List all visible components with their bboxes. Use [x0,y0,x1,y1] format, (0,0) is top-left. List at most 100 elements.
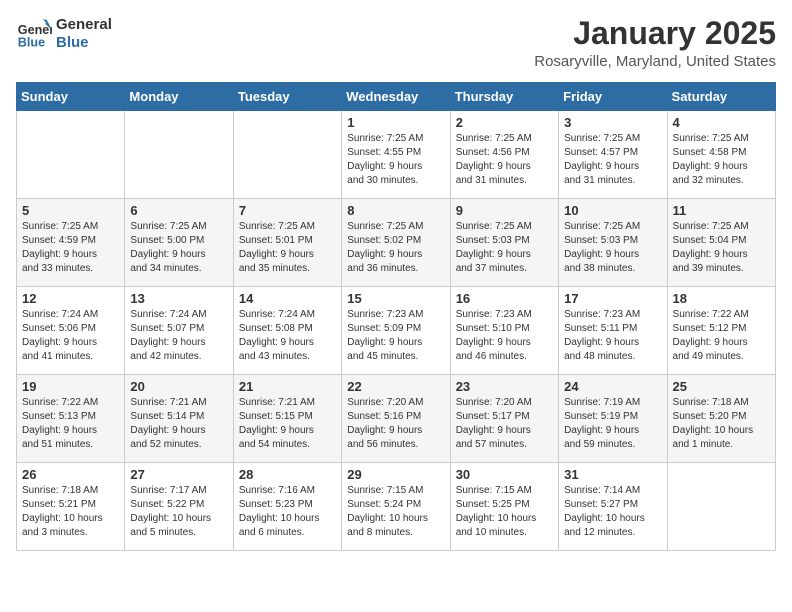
day-number: 2 [456,115,553,130]
logo-blue-text: Blue [56,34,89,51]
day-info: Sunrise: 7:24 AM Sunset: 5:08 PM Dayligh… [239,308,336,364]
day-number: 9 [456,203,553,218]
svg-text:Blue: Blue [18,36,45,50]
day-number: 14 [239,291,336,306]
day-info: Sunrise: 7:18 AM Sunset: 5:21 PM Dayligh… [22,484,119,540]
week-row-4: 19Sunrise: 7:22 AM Sunset: 5:13 PM Dayli… [17,375,776,463]
day-info: Sunrise: 7:23 AM Sunset: 5:10 PM Dayligh… [456,308,553,364]
week-row-1: 1Sunrise: 7:25 AM Sunset: 4:55 PM Daylig… [17,111,776,199]
calendar-cell: 7 Sunrise: 7:25 AM Sunset: 5:01 PM Daylig… [233,199,341,287]
calendar-cell: 3Sunrise: 7:25 AM Sunset: 4:57 PM Daylig… [559,111,667,199]
day-number: 31 [564,467,661,482]
day-info: Sunrise: 7:23 AM Sunset: 5:09 PM Dayligh… [347,308,444,364]
day-number: 20 [130,379,227,394]
logo-general-text: General [56,16,112,33]
col-header-monday: Monday [125,83,233,111]
calendar-cell: 28Sunrise: 7:16 AM Sunset: 5:23 PM Dayli… [233,463,341,551]
day-info: Sunrise: 7:14 AM Sunset: 5:27 PM Dayligh… [564,484,661,540]
calendar-cell: 27Sunrise: 7:17 AM Sunset: 5:22 PM Dayli… [125,463,233,551]
calendar-cell [17,111,125,199]
day-number: 29 [347,467,444,482]
day-info: Sunrise: 7:19 AM Sunset: 5:19 PM Dayligh… [564,396,661,452]
day-number: 15 [347,291,444,306]
day-number: 13 [130,291,227,306]
day-info: Sunrise: 7:25 AM Sunset: 5:03 PM Dayligh… [564,220,661,276]
calendar-cell: 14 Sunrise: 7:24 AM Sunset: 5:08 PM Dayli… [233,287,341,375]
calendar-cell: 22 Sunrise: 7:20 AM Sunset: 5:16 PM Dayli… [342,375,450,463]
calendar-cell: 31 Sunrise: 7:14 AM Sunset: 5:27 PM Dayli… [559,463,667,551]
calendar-cell: 24 Sunrise: 7:19 AM Sunset: 5:19 PM Dayli… [559,375,667,463]
day-info: Sunrise: 7:25 AM Sunset: 5:01 PM Dayligh… [239,220,336,276]
calendar-cell: 15 Sunrise: 7:23 AM Sunset: 5:09 PM Dayli… [342,287,450,375]
day-number: 7 [239,203,336,218]
day-number: 5 [22,203,119,218]
day-info: Sunrise: 7:20 AM Sunset: 5:16 PM Dayligh… [347,396,444,452]
calendar-table: SundayMondayTuesdayWednesdayThursdayFrid… [16,82,776,551]
calendar-cell: 12 Sunrise: 7:24 AM Sunset: 5:06 PM Dayli… [17,287,125,375]
day-number: 6 [130,203,227,218]
day-info: Sunrise: 7:24 AM Sunset: 5:07 PM Dayligh… [130,308,227,364]
calendar-cell: 8 Sunrise: 7:25 AM Sunset: 5:02 PM Daylig… [342,199,450,287]
day-number: 17 [564,291,661,306]
calendar-cell [667,463,775,551]
calendar-cell: 4 Sunrise: 7:25 AM Sunset: 4:58 PM Daylig… [667,111,775,199]
day-info: Sunrise: 7:18 AM Sunset: 5:20 PM Dayligh… [673,396,770,452]
col-header-thursday: Thursday [450,83,558,111]
calendar-cell: 9 Sunrise: 7:25 AM Sunset: 5:03 PM Daylig… [450,199,558,287]
day-info: Sunrise: 7:15 AM Sunset: 5:25 PM Dayligh… [456,484,553,540]
day-number: 25 [673,379,770,394]
calendar-cell: 21Sunrise: 7:21 AM Sunset: 5:15 PM Dayli… [233,375,341,463]
col-header-saturday: Saturday [667,83,775,111]
day-info: Sunrise: 7:25 AM Sunset: 4:58 PM Dayligh… [673,132,770,188]
calendar-subtitle: Rosaryville, Maryland, United States [534,53,776,70]
calendar-cell: 18 Sunrise: 7:22 AM Sunset: 5:12 PM Dayli… [667,287,775,375]
calendar-cell: 1Sunrise: 7:25 AM Sunset: 4:55 PM Daylig… [342,111,450,199]
day-number: 18 [673,291,770,306]
day-number: 16 [456,291,553,306]
day-info: Sunrise: 7:22 AM Sunset: 5:12 PM Dayligh… [673,308,770,364]
calendar-cell: 13 Sunrise: 7:24 AM Sunset: 5:07 PM Dayli… [125,287,233,375]
calendar-cell [125,111,233,199]
day-number: 8 [347,203,444,218]
day-info: Sunrise: 7:15 AM Sunset: 5:24 PM Dayligh… [347,484,444,540]
day-number: 28 [239,467,336,482]
col-header-friday: Friday [559,83,667,111]
day-number: 4 [673,115,770,130]
col-header-tuesday: Tuesday [233,83,341,111]
calendar-cell: 30Sunrise: 7:15 AM Sunset: 5:25 PM Dayli… [450,463,558,551]
day-number: 24 [564,379,661,394]
calendar-cell: 10Sunrise: 7:25 AM Sunset: 5:03 PM Dayli… [559,199,667,287]
day-number: 3 [564,115,661,130]
calendar-cell: 11Sunrise: 7:25 AM Sunset: 5:04 PM Dayli… [667,199,775,287]
calendar-cell: 20 Sunrise: 7:21 AM Sunset: 5:14 PM Dayli… [125,375,233,463]
calendar-cell: 26 Sunrise: 7:18 AM Sunset: 5:21 PM Dayli… [17,463,125,551]
day-number: 12 [22,291,119,306]
calendar-cell: 17 Sunrise: 7:23 AM Sunset: 5:11 PM Dayli… [559,287,667,375]
calendar-cell: 29 Sunrise: 7:15 AM Sunset: 5:24 PM Dayli… [342,463,450,551]
week-row-5: 26 Sunrise: 7:18 AM Sunset: 5:21 PM Dayli… [17,463,776,551]
day-info: Sunrise: 7:25 AM Sunset: 5:02 PM Dayligh… [347,220,444,276]
day-info: Sunrise: 7:25 AM Sunset: 5:03 PM Dayligh… [456,220,553,276]
logo-icon: General Blue [16,16,52,52]
calendar-cell: 6 Sunrise: 7:25 AM Sunset: 5:00 PM Daylig… [125,199,233,287]
day-number: 19 [22,379,119,394]
day-info: Sunrise: 7:25 AM Sunset: 4:59 PM Dayligh… [22,220,119,276]
page-header: General Blue General Blue January 2025 R… [16,16,776,70]
calendar-cell: 2Sunrise: 7:25 AM Sunset: 4:56 PM Daylig… [450,111,558,199]
day-info: Sunrise: 7:25 AM Sunset: 5:04 PM Dayligh… [673,220,770,276]
day-number: 26 [22,467,119,482]
calendar-body: 1Sunrise: 7:25 AM Sunset: 4:55 PM Daylig… [17,111,776,551]
day-info: Sunrise: 7:23 AM Sunset: 5:11 PM Dayligh… [564,308,661,364]
day-info: Sunrise: 7:24 AM Sunset: 5:06 PM Dayligh… [22,308,119,364]
day-info: Sunrise: 7:25 AM Sunset: 5:00 PM Dayligh… [130,220,227,276]
col-header-wednesday: Wednesday [342,83,450,111]
logo: General Blue General Blue [16,16,112,52]
title-block: January 2025 Rosaryville, Maryland, Unit… [534,16,776,70]
calendar-cell: 5 Sunrise: 7:25 AM Sunset: 4:59 PM Daylig… [17,199,125,287]
calendar-title: January 2025 [534,16,776,51]
day-info: Sunrise: 7:21 AM Sunset: 5:14 PM Dayligh… [130,396,227,452]
calendar-header-row: SundayMondayTuesdayWednesdayThursdayFrid… [17,83,776,111]
day-number: 22 [347,379,444,394]
day-info: Sunrise: 7:25 AM Sunset: 4:55 PM Dayligh… [347,132,444,188]
calendar-cell: 25 Sunrise: 7:18 AM Sunset: 5:20 PM Dayli… [667,375,775,463]
